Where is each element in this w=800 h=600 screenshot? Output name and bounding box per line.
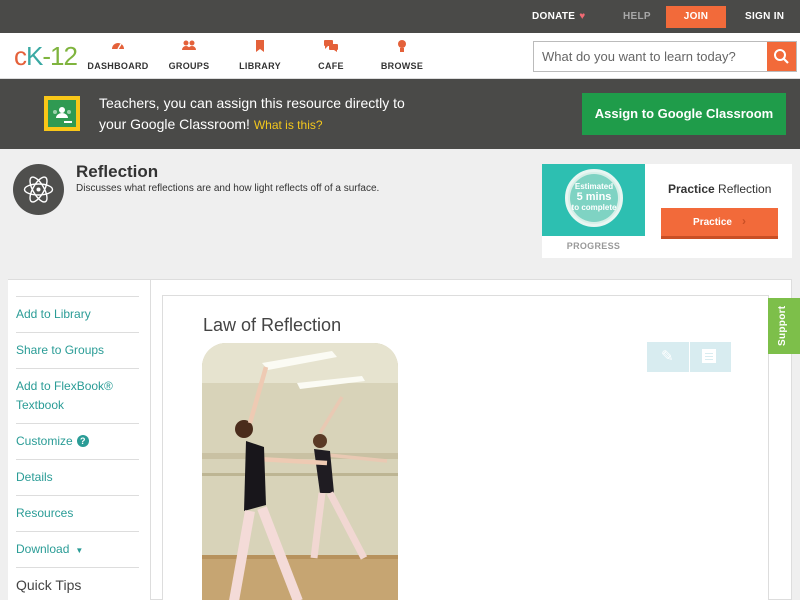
help-icon[interactable]: ? <box>76 435 89 447</box>
donate-label: DONATE <box>532 11 576 22</box>
sign-in-link[interactable]: SIGN IN <box>745 0 784 33</box>
main-navigation: cK-12 DASHBOARD GROUPS LIBRARY CAFE BROW… <box>0 33 800 79</box>
heart-icon: ♥ <box>579 11 586 22</box>
join-button[interactable]: JOIN <box>666 6 726 28</box>
article-tools: ✎ <box>647 342 731 372</box>
help-link[interactable]: HELP <box>623 0 651 33</box>
resources-link[interactable]: Resources <box>16 495 139 523</box>
search-bar <box>533 41 797 72</box>
resource-description: Discusses what reflections are and how l… <box>76 183 380 194</box>
add-to-library-link[interactable]: Add to Library <box>16 296 139 324</box>
download-dropdown[interactable]: Download ▼ <box>16 531 139 560</box>
practice-card: Estimated 5 mins to complete PROGRESS Pr… <box>542 164 792 258</box>
article-panel: Law of Reflection ✎ <box>162 295 769 600</box>
nav-browse[interactable]: BROWSE <box>367 39 437 71</box>
quick-tips-heading: Quick Tips <box>16 567 139 595</box>
resource-title: Reflection <box>76 162 159 181</box>
resource-sidebar: Add to Library Share to Groups Add to Fl… <box>8 280 151 600</box>
donate-link[interactable]: DONATE ♥ <box>532 0 586 33</box>
pencil-icon[interactable]: ✎ <box>661 347 674 365</box>
ballet-dancers-image <box>202 343 398 600</box>
search-button[interactable] <box>767 42 796 71</box>
article-title: Law of Reflection <box>203 315 342 335</box>
nav-cafe[interactable]: CAFE <box>296 39 366 71</box>
library-icon <box>225 39 295 55</box>
search-input[interactable] <box>534 42 768 71</box>
support-tab[interactable]: Support <box>768 298 800 354</box>
estimate-text: Estimated 5 mins to complete <box>571 182 617 212</box>
ck12-logo[interactable]: cK-12 <box>14 42 78 70</box>
atom-icon <box>13 164 64 215</box>
add-to-flexbook-link[interactable]: Add to FlexBook® Textbook <box>16 368 139 415</box>
nav-groups[interactable]: GROUPS <box>154 39 224 71</box>
chevron-right-icon: › <box>741 214 746 228</box>
practice-button[interactable]: Practice › <box>661 208 778 239</box>
customize-link[interactable]: Customize? <box>16 423 139 451</box>
dashboard-icon <box>83 39 153 55</box>
top-utility-bar: DONATE ♥ HELP JOIN SIGN IN <box>0 0 800 33</box>
google-classroom-banner: Teachers, you can assign this resource d… <box>0 79 800 149</box>
what-is-this-link[interactable]: What is this? <box>254 118 323 132</box>
caret-down-icon: ▼ <box>75 546 84 555</box>
cafe-icon <box>296 39 366 55</box>
nav-dashboard[interactable]: DASHBOARD <box>83 39 153 71</box>
groups-icon <box>154 39 224 55</box>
google-classroom-icon <box>44 96 80 131</box>
assign-to-google-classroom-button[interactable]: Assign to Google Classroom <box>582 93 786 135</box>
search-icon <box>774 49 789 64</box>
nav-library[interactable]: LIBRARY <box>225 39 295 71</box>
banner-message: Teachers, you can assign this resource d… <box>99 95 405 132</box>
share-to-groups-link[interactable]: Share to Groups <box>16 332 139 360</box>
progress-label: PROGRESS <box>566 241 621 251</box>
practice-estimate-badge: Estimated 5 mins to complete <box>542 164 645 236</box>
notes-icon[interactable] <box>702 349 716 363</box>
details-link[interactable]: Details <box>16 459 139 487</box>
practice-title: Practice Reflection <box>668 182 772 196</box>
browse-icon <box>367 39 437 55</box>
